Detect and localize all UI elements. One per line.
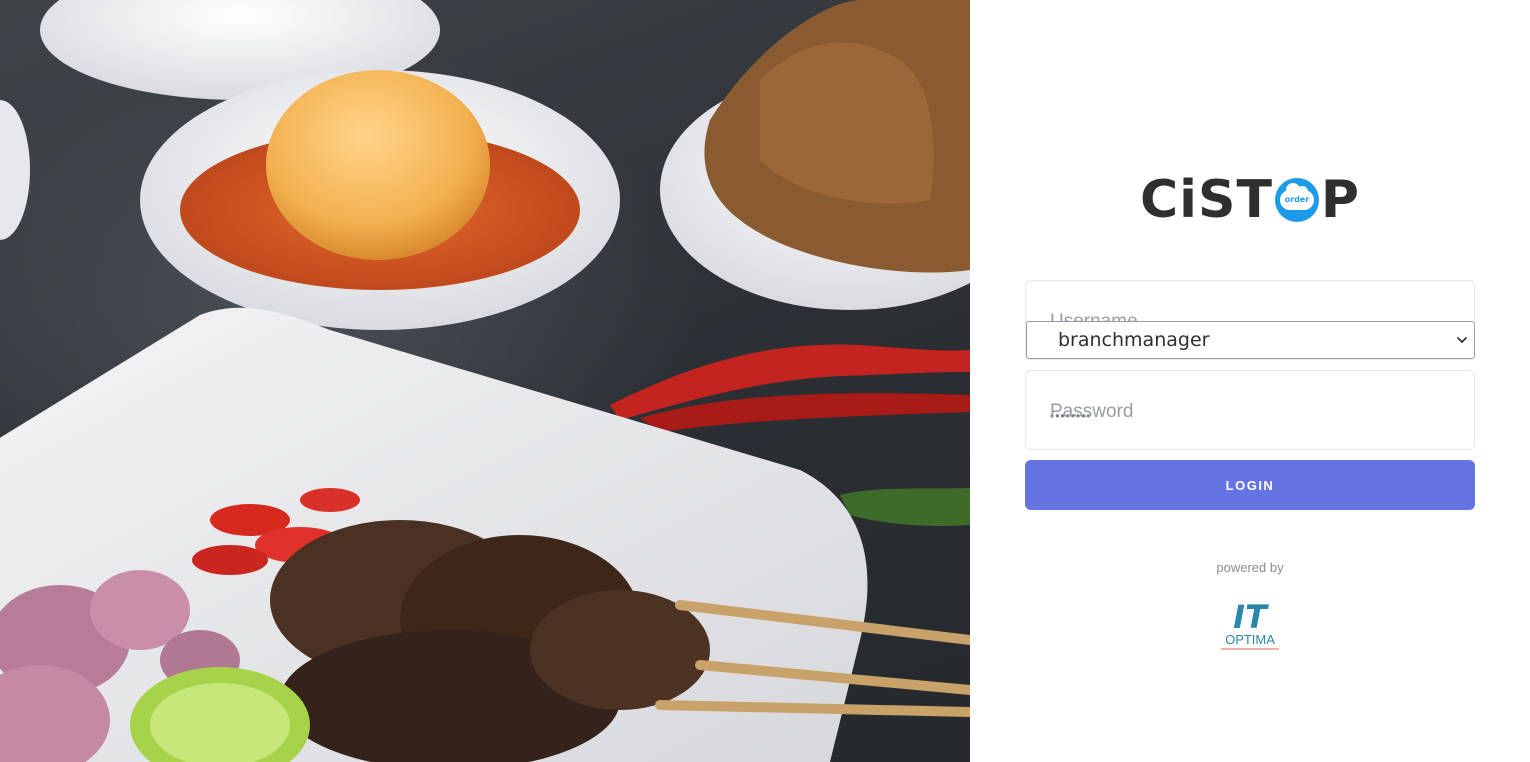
green-chili: [840, 488, 970, 526]
logo-text-right: P: [1320, 170, 1361, 230]
partner-logo-bottom: OPTIMA: [1225, 632, 1275, 647]
cistop-logo: CiST order P: [1140, 172, 1362, 228]
partner-logo-top: IT: [1233, 598, 1269, 636]
username-field[interactable]: Username branchmanager: [1025, 280, 1475, 360]
chevron-down-icon: [1457, 337, 1467, 343]
logo-badge-text: order: [1284, 195, 1310, 204]
username-select[interactable]: branchmanager: [1026, 321, 1475, 359]
food-photo-illustration: [0, 0, 970, 762]
username-selected-value: branchmanager: [1058, 329, 1210, 351]
login-button[interactable]: LOGIN: [1025, 460, 1475, 510]
password-input[interactable]: [1026, 371, 1474, 449]
logo-text-left: CiST: [1140, 170, 1273, 230]
order-cloud-icon: order: [1274, 178, 1319, 222]
left-bowl: [0, 100, 30, 240]
it-optima-logo: IT OPTIMA: [1221, 598, 1279, 650]
food-background-photo: [0, 0, 970, 762]
powered-by-text: powered by: [1216, 560, 1284, 575]
login-panel: CiST order P Username branchmanager ••••…: [970, 0, 1530, 762]
password-field[interactable]: •••••••• Password: [1025, 370, 1475, 450]
fried-egg: [266, 70, 490, 260]
